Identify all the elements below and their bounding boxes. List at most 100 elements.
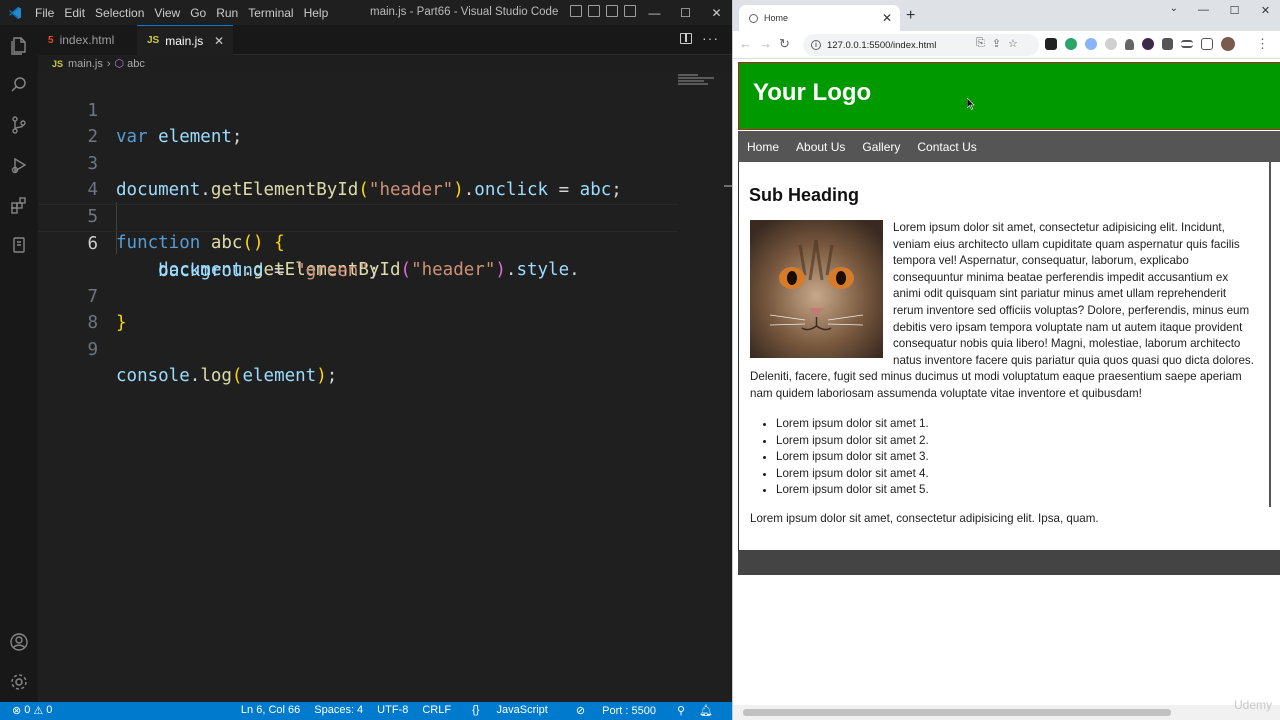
tab-search-chevron-icon[interactable]: ⌄ (1170, 3, 1178, 14)
more-actions-icon[interactable]: ··· (702, 30, 719, 46)
breadcrumb-file[interactable]: main.js (68, 58, 103, 70)
minimize-icon[interactable]: — (1188, 0, 1219, 20)
extensions-icon[interactable] (0, 185, 38, 225)
side-panel-icon[interactable] (1201, 38, 1213, 50)
window-title: main.js - Part66 - Visual Studio Code (370, 6, 559, 18)
inner-scrollbar[interactable] (1269, 162, 1271, 507)
extension-icon[interactable] (1045, 38, 1057, 50)
profile-avatar[interactable] (1221, 37, 1235, 51)
accounts-icon[interactable] (0, 622, 38, 662)
puzzle-extensions-icon[interactable] (1162, 38, 1173, 50)
extension-icon[interactable] (1065, 38, 1077, 50)
no-entry-icon: ⊘ (575, 705, 586, 717)
close-window-icon[interactable]: ✕ (1250, 0, 1280, 20)
code-line: 2 (38, 98, 678, 147)
language-mode[interactable]: {} JavaScript (458, 704, 562, 717)
braces-icon: {} (472, 704, 480, 716)
code-line: 8 (38, 284, 678, 333)
browser-toolbar: ← → ↻ i 127.0.0.1:5500/index.html ⎘ ⇪ ☆ (733, 31, 1280, 59)
split-editor-icon[interactable] (680, 33, 692, 44)
warning-icon: ⚠ (33, 705, 44, 717)
site-info-icon[interactable]: i (811, 40, 821, 50)
back-arrow-icon[interactable]: ← (739, 36, 752, 52)
tab-main-js[interactable]: JS main.js ✕ (137, 25, 233, 55)
source-control-icon[interactable] (0, 105, 38, 145)
code-line: 9 console.log(element); (38, 311, 678, 386)
lightbulb-icon[interactable] (1125, 38, 1134, 50)
site-header[interactable]: Your Logo (738, 62, 1280, 130)
live-server-port[interactable]: ⊘ Port : 5500 (562, 704, 670, 717)
run-debug-icon[interactable] (0, 145, 38, 185)
mouse-cursor-icon (967, 98, 975, 110)
scrollbar-thumb[interactable] (743, 709, 1171, 716)
nav-link-contact-us[interactable]: Contact Us (917, 140, 976, 154)
extension-icon[interactable] (1105, 38, 1117, 50)
browser-tab[interactable]: Home ✕ (739, 5, 900, 31)
menu-edit[interactable]: Edit (59, 6, 90, 20)
reading-list-icon[interactable] (1181, 40, 1193, 48)
minimap[interactable] (678, 74, 718, 88)
language-label: JavaScript (496, 704, 548, 716)
customize-layout-icon[interactable] (624, 5, 636, 17)
encoding[interactable]: UTF-8 (370, 704, 415, 717)
remote-explorer-icon[interactable] (0, 225, 38, 265)
menu-run[interactable]: Run (211, 6, 243, 20)
js-file-icon: JS (52, 58, 64, 69)
maximize-icon[interactable]: ☐ (670, 0, 701, 25)
browser-tabstrip: Home ✕ + ⌄ — ☐ ✕ (733, 0, 1280, 31)
toggle-sidebar-icon[interactable] (570, 5, 582, 17)
minimize-icon[interactable]: — (639, 0, 670, 25)
close-tab-icon[interactable]: ✕ (882, 11, 892, 25)
site-nav: Home About Us Gallery Contact Us (738, 131, 1280, 162)
forward-arrow-icon[interactable]: → (759, 36, 772, 52)
status-bar: ⊗ 0 ⚠ 0 Ln 6, Col 66 Spaces: 4 UTF-8 CRL… (0, 702, 732, 720)
menu-view[interactable]: View (149, 6, 185, 20)
vscode-window: File Edit Selection View Go Run Terminal… (0, 0, 732, 720)
toggle-panel-icon[interactable] (588, 5, 600, 17)
nav-link-gallery[interactable]: Gallery (862, 140, 900, 154)
activity-bar (0, 25, 38, 702)
explorer-icon[interactable] (0, 25, 38, 65)
nav-link-about-us[interactable]: About Us (796, 140, 845, 154)
close-window-icon[interactable]: ✕ (701, 0, 732, 25)
chevron-right-icon: › (106, 57, 111, 70)
feedback-icon[interactable]: ⚲ (670, 704, 692, 717)
tab-index-html[interactable]: 5 index.html (38, 25, 137, 55)
browser-menu-kebab-icon[interactable]: ⋮ (1256, 36, 1269, 52)
breadcrumb: JS main.js › ⬡ abc (38, 55, 732, 72)
bullet-list: Lorem ipsum dolor sit amet 1. Lorem ipsu… (776, 416, 929, 499)
notifications-bell-icon[interactable]: 🔔︎ (692, 704, 720, 717)
new-tab-plus-icon[interactable]: + (906, 7, 915, 25)
editor-tabs: 5 index.html JS main.js ✕ ··· (38, 25, 732, 55)
share-icon[interactable]: ⇪ (992, 37, 1001, 50)
extension-icon[interactable] (1142, 38, 1154, 50)
list-item: Lorem ipsum dolor sit amet 3. (776, 449, 929, 466)
line-ending[interactable]: CRLF (415, 704, 458, 717)
menu-file[interactable]: File (30, 6, 59, 20)
reload-icon[interactable]: ↻ (779, 36, 790, 52)
menu-go[interactable]: Go (185, 6, 211, 20)
menu-terminal[interactable]: Terminal (243, 6, 298, 20)
cursor-position[interactable]: Ln 6, Col 66 (234, 704, 307, 717)
bookmark-star-icon[interactable]: ☆ (1008, 37, 1018, 50)
scrollbar-marker[interactable] (724, 185, 732, 187)
extension-icon[interactable] (1085, 38, 1097, 50)
breadcrumb-symbol[interactable]: abc (127, 58, 145, 70)
tab-label: index.html (59, 33, 115, 47)
nav-link-home[interactable]: Home (747, 140, 779, 154)
list-item: Lorem ipsum dolor sit amet 4. (776, 466, 929, 483)
menu-selection[interactable]: Selection (90, 6, 149, 20)
globe-icon (749, 13, 758, 23)
indentation[interactable]: Spaces: 4 (307, 704, 370, 717)
menu-help[interactable]: Help (299, 6, 334, 20)
problems-indicator[interactable]: ⊗ 0 ⚠ 0 (12, 704, 52, 717)
horizontal-scrollbar[interactable] (733, 705, 1280, 720)
code-line: 7 } (38, 258, 678, 333)
maximize-icon[interactable]: ☐ (1219, 0, 1250, 20)
search-icon[interactable] (0, 65, 38, 105)
translate-icon[interactable]: ⎘ (976, 37, 985, 50)
code-editor[interactable]: 1 var element; 2 3 document.getElementBy… (38, 72, 732, 702)
manage-gear-icon[interactable] (0, 662, 38, 702)
close-tab-icon[interactable]: ✕ (214, 34, 224, 48)
toggle-secondary-sidebar-icon[interactable] (606, 5, 618, 17)
